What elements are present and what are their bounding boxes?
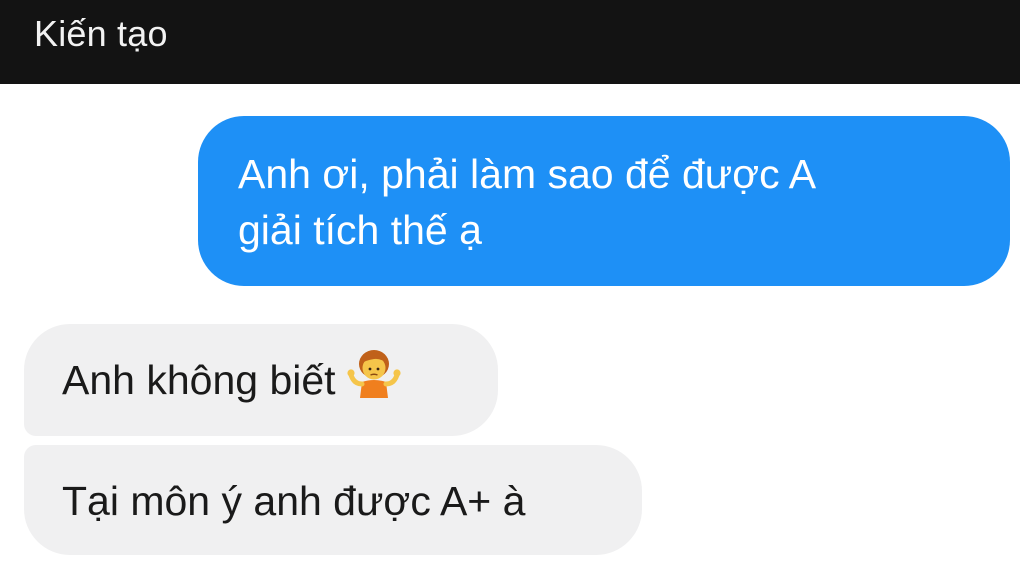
chat-screen: Kiến tạo Anh ơi, phải làm sao để được A …	[0, 0, 1020, 568]
chat-header: Kiến tạo	[0, 0, 1020, 84]
conversation-title[interactable]: Kiến tạo	[34, 12, 168, 56]
outgoing-message-bubble[interactable]: Anh ơi, phải làm sao để được A giải tích…	[198, 116, 1010, 286]
incoming-message-bubble[interactable]: Anh không biết	[24, 324, 498, 436]
message-text: Anh ơi, phải làm sao để được A	[238, 151, 817, 197]
incoming-message-bubble[interactable]: Tại môn ý anh được A+ à	[24, 445, 642, 555]
message-text: Anh không biết	[62, 357, 336, 403]
message-text: Tại môn ý anh được A+ à	[62, 478, 526, 524]
person-shrugging-emoji-icon	[346, 348, 402, 412]
message-text: giải tích thế ạ	[238, 207, 482, 253]
